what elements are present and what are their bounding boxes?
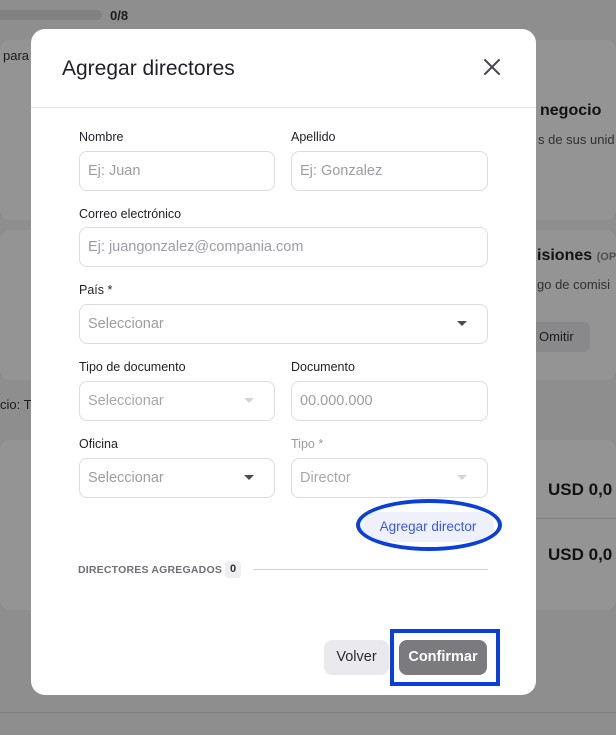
tipo-documento-value: Seleccionar <box>88 393 164 409</box>
oficina-label: Oficina <box>79 437 118 451</box>
pais-select-value: Seleccionar <box>88 316 164 332</box>
chevron-down-icon <box>457 475 467 480</box>
modal-title: Agregar directores <box>62 57 235 80</box>
tipo-documento-label: Tipo de documento <box>79 360 186 374</box>
close-button[interactable] <box>480 55 504 79</box>
chevron-down-icon <box>244 475 254 480</box>
tipo-value: Director <box>300 470 351 486</box>
oficina-select[interactable]: Seleccionar <box>79 458 275 498</box>
documento-input[interactable]: 00.000.000 <box>291 381 488 421</box>
pais-label: País * <box>79 283 113 297</box>
tipo-documento-select[interactable]: Seleccionar <box>79 381 275 421</box>
added-directors-count: 0 <box>225 561 241 578</box>
apellido-label: Apellido <box>291 130 336 144</box>
confirm-button[interactable]: Confirmar <box>399 640 487 675</box>
add-director-button[interactable]: Agregar director <box>362 512 494 542</box>
added-directors-divider <box>253 569 488 570</box>
documento-label: Documento <box>291 360 355 374</box>
chevron-down-icon <box>244 398 254 403</box>
added-directors-label: DIRECTORES AGREGADOS <box>78 564 223 576</box>
pais-select[interactable]: Seleccionar <box>79 304 488 344</box>
oficina-value: Seleccionar <box>88 470 164 486</box>
modal-header: Agregar directores <box>31 29 536 108</box>
email-input[interactable]: Ej: juangonzalez@compania.com <box>79 227 488 267</box>
add-directors-modal: Agregar directores Nombre Apellido Ej: J… <box>31 29 536 695</box>
nombre-label: Nombre <box>79 130 124 144</box>
tipo-select[interactable]: Director <box>291 458 488 498</box>
correo-label: Correo electrónico <box>79 207 182 221</box>
back-button[interactable]: Volver <box>324 640 389 675</box>
chevron-down-icon <box>457 321 467 326</box>
apellido-input[interactable]: Ej: Gonzalez <box>291 151 488 191</box>
nombre-input[interactable]: Ej: Juan <box>79 151 275 191</box>
close-icon <box>484 59 500 75</box>
tipo-label: Tipo * <box>291 437 324 451</box>
